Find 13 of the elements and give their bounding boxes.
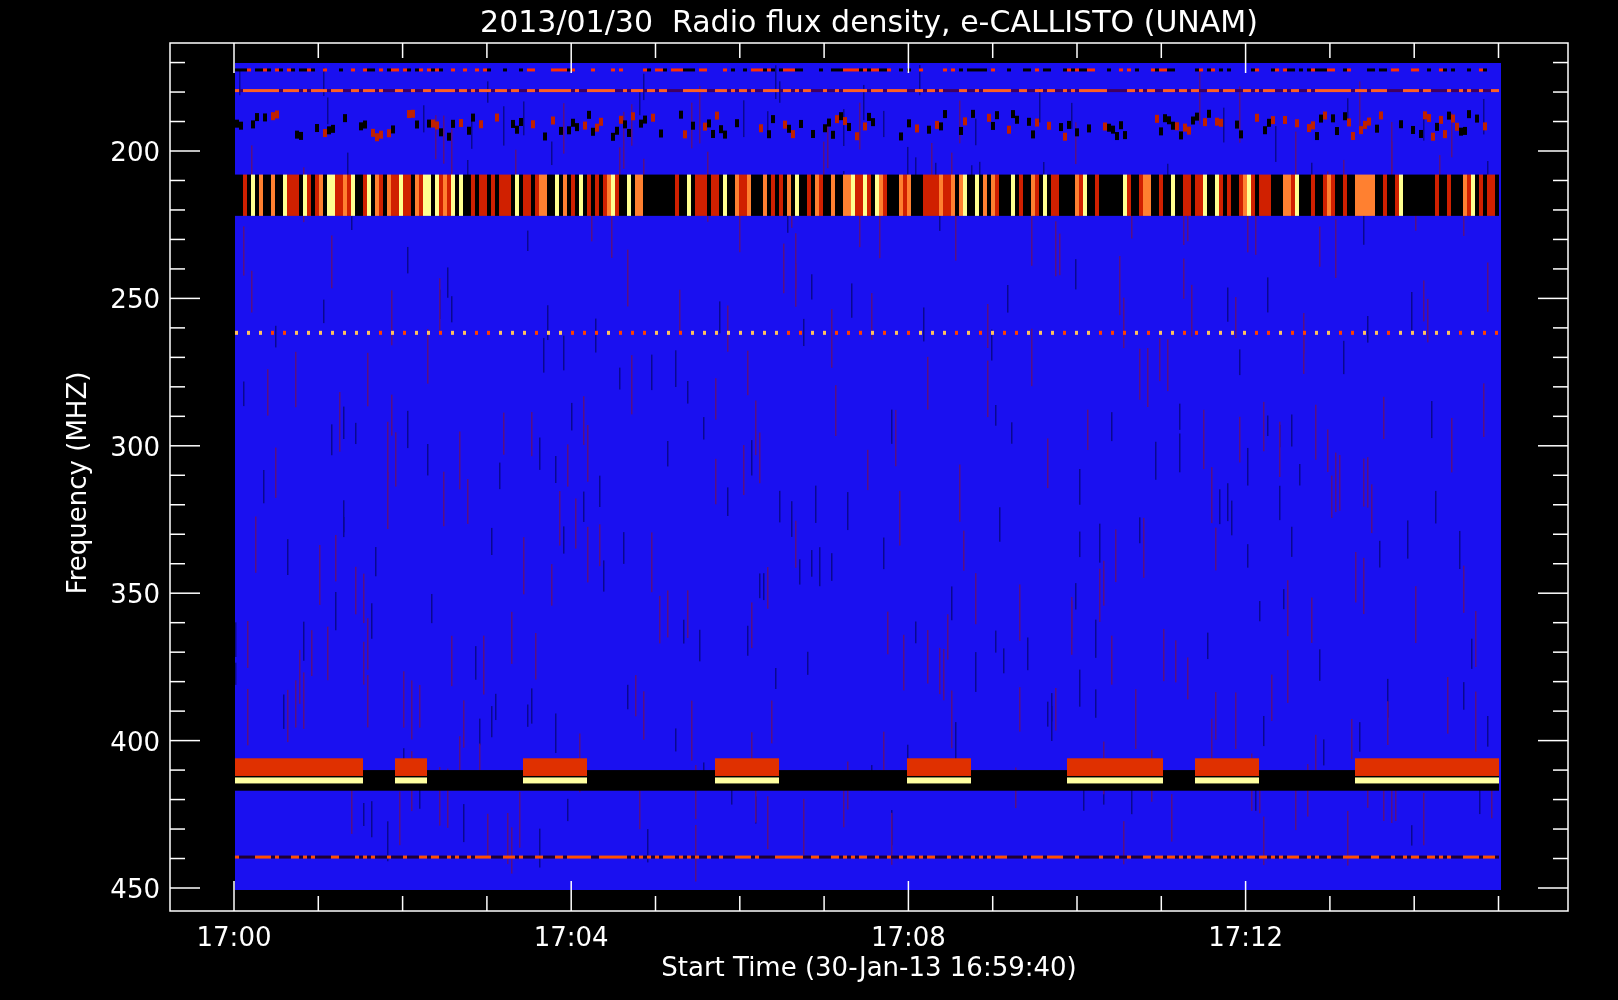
tick-label: 17:04 — [533, 922, 609, 952]
tick-label: 17:00 — [196, 922, 272, 952]
tick-label: 350 — [110, 579, 160, 610]
axis-title: Frequency (MHZ) — [62, 371, 92, 595]
axis-title: Start Time (30-Jan-13 16:59:40) — [661, 952, 1077, 982]
tick-label: 300 — [110, 431, 160, 462]
chart-title: 2013/01/30 Radio flux density, e-CALLISTO (UNAM) — [480, 4, 1258, 39]
tick-label: 17:08 — [870, 922, 946, 952]
tick-label: 400 — [110, 726, 160, 757]
tick-label: 450 — [110, 874, 160, 904]
tick-label: 250 — [110, 284, 160, 315]
tick-label: 200 — [110, 137, 160, 167]
tick-label: 17:12 — [1208, 922, 1284, 952]
